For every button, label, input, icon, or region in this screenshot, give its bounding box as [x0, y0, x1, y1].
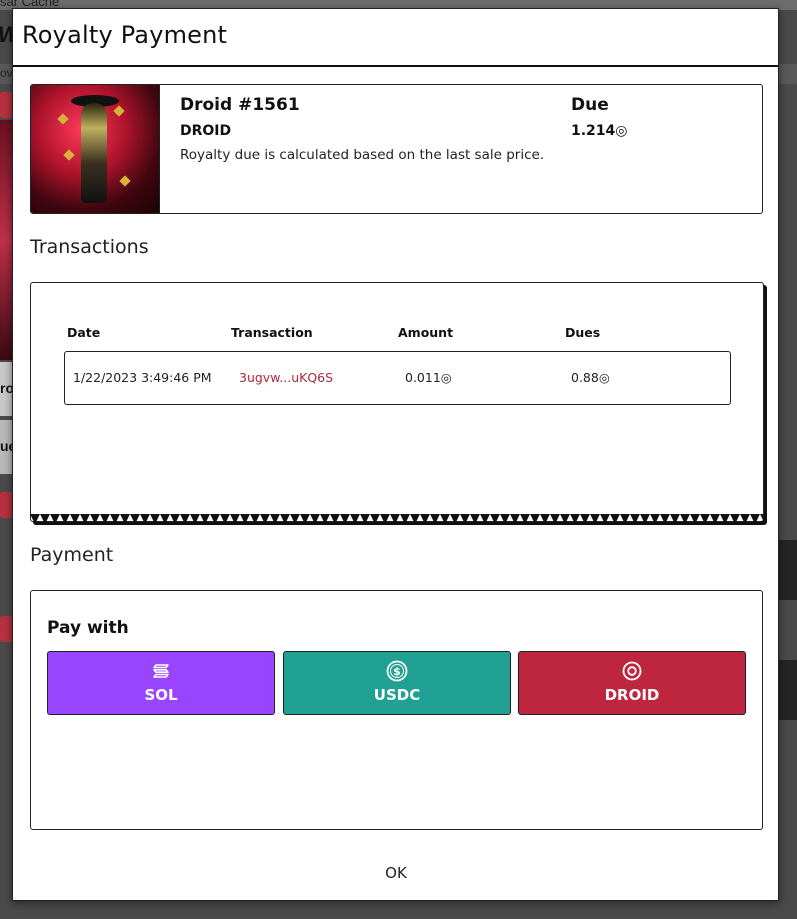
- background-dark-panel: [777, 660, 797, 720]
- background-strip-text: ov: [0, 66, 13, 80]
- solana-icon: [153, 664, 169, 678]
- modal-title: Royalty Payment: [22, 21, 228, 49]
- payment-heading: Payment: [30, 544, 114, 566]
- transactions-table: Date Transaction Amount Dues 1/22/2023 3…: [30, 282, 764, 522]
- modal-header: Royalty Payment: [13, 9, 778, 67]
- tx-dues: 0.88◎: [571, 370, 610, 385]
- pay-droid-button[interactable]: DROID: [518, 651, 746, 715]
- pay-sol-label: SOL: [144, 686, 178, 704]
- column-header-dues: Dues: [565, 325, 601, 340]
- pay-sol-button[interactable]: SOL: [47, 651, 275, 715]
- droid-token-icon: [622, 661, 642, 681]
- royalty-description: Royalty due is calculated based on the l…: [180, 147, 545, 163]
- royalty-payment-modal: Royalty Payment Droid #1561 DROID Royalt…: [12, 8, 779, 901]
- pay-usdc-button[interactable]: $ USDC: [283, 651, 511, 715]
- nft-image-leaf: [57, 113, 69, 125]
- nft-image-leaf: [63, 149, 75, 161]
- due-label: Due: [571, 95, 609, 115]
- table-row: 1/22/2023 3:49:46 PM 3ugvw...uKQ6S 0.011…: [64, 351, 731, 405]
- ok-button[interactable]: OK: [366, 861, 426, 885]
- nft-image-leaf: [113, 105, 125, 117]
- svg-text:$: $: [393, 665, 401, 678]
- nft-image-figure: [81, 103, 107, 203]
- tx-signature-link[interactable]: 3ugvw...uKQ6S: [239, 370, 333, 385]
- nft-name: Droid #1561: [180, 95, 300, 115]
- due-value: 1.214◎: [571, 123, 628, 139]
- payment-panel: Pay with SOL $ USDC DROID: [30, 590, 763, 830]
- pay-with-label: Pay with: [47, 618, 129, 638]
- column-header-transaction: Transaction: [231, 325, 313, 340]
- tx-amount: 0.011◎: [405, 370, 452, 385]
- usdc-dollar-icon: $: [386, 660, 408, 682]
- background-dark-panel: [777, 540, 797, 600]
- nft-symbol: DROID: [180, 123, 232, 139]
- nft-item-card: Droid #1561 DROID Royalty due is calcula…: [30, 84, 763, 214]
- pay-droid-label: DROID: [604, 686, 660, 704]
- pay-usdc-label: USDC: [373, 686, 421, 704]
- tx-date: 1/22/2023 3:49:46 PM: [73, 370, 212, 385]
- column-header-amount: Amount: [398, 325, 454, 340]
- torn-edge-decoration: [30, 514, 767, 524]
- nft-image: [31, 85, 160, 213]
- nft-image-leaf: [119, 175, 131, 187]
- transactions-heading: Transactions: [30, 236, 149, 258]
- column-header-date: Date: [67, 325, 101, 340]
